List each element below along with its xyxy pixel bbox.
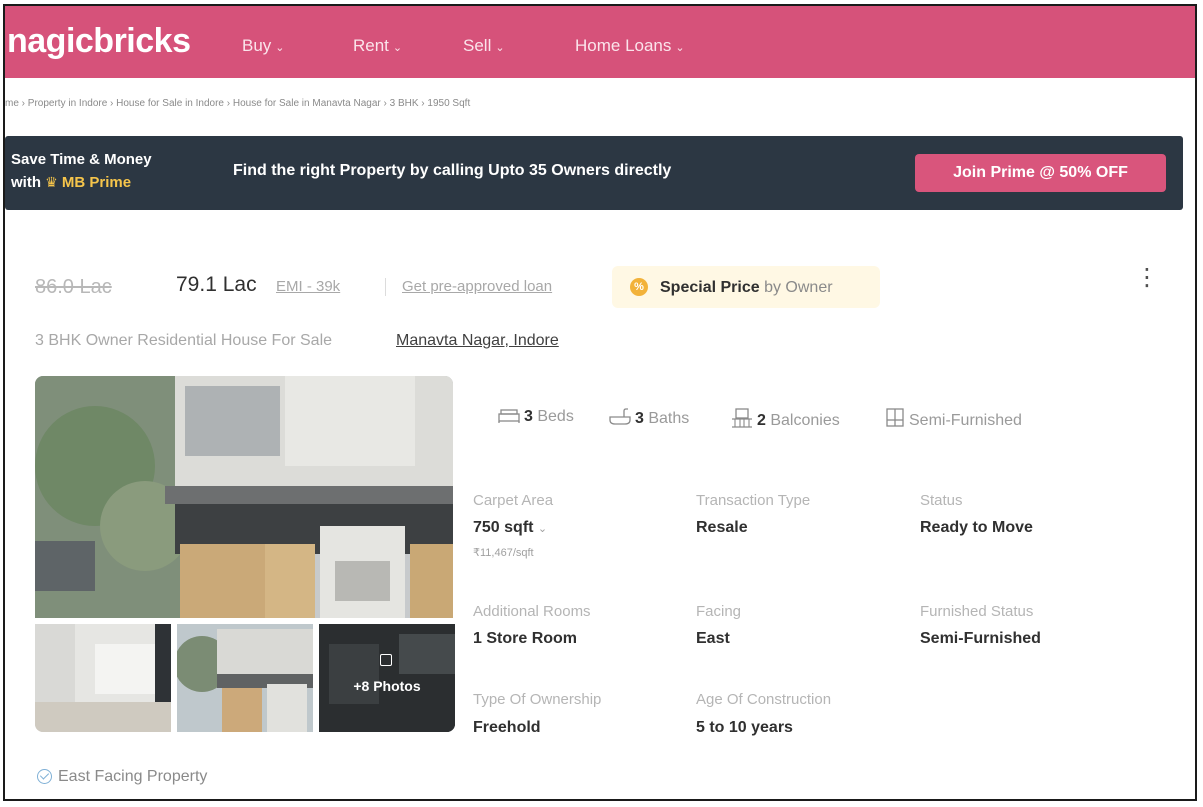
old-price: 86.0 Lac xyxy=(35,276,112,298)
crown-icon: ♛ xyxy=(45,174,58,190)
percent-icon: % xyxy=(630,278,648,296)
balconies-info: 2 Balconies xyxy=(731,408,840,430)
age-value: 5 to 10 years xyxy=(696,719,793,736)
baths-count: 3 xyxy=(635,410,644,427)
furnishing-label: Semi-Furnished xyxy=(909,412,1022,429)
gallery-icon xyxy=(380,654,392,666)
interior-photo xyxy=(35,624,171,732)
more-options-icon[interactable]: ⋮ xyxy=(1135,266,1159,290)
locality-link[interactable]: Manavta Nagar, Indore xyxy=(396,332,559,350)
status-value: Ready to Move xyxy=(920,519,1033,536)
top-header: nagicbricks Buy ⌄ Rent ⌄ Sell ⌄ Home Loans ⌄ xyxy=(5,6,1195,78)
prime-tagline: Find the right Property by calling Upto … xyxy=(233,162,672,179)
wardrobe-icon xyxy=(886,408,904,427)
ownership-value: Freehold xyxy=(473,719,541,736)
highlight-east-facing: East Facing Property xyxy=(37,768,207,786)
exterior-photo xyxy=(177,624,313,732)
balconies-count: 2 xyxy=(757,412,766,429)
prime-title-prefix: with xyxy=(11,174,41,191)
carpet-area-text: 750 sqft xyxy=(473,519,534,536)
balconies-label: Balconies xyxy=(770,412,840,429)
page-frame: nagicbricks Buy ⌄ Rent ⌄ Sell ⌄ Home Loans ⌄… xyxy=(3,4,1197,801)
breadcrumb[interactable]: me › Property in Indore › House for Sale… xyxy=(5,98,470,109)
transaction-type-label: Transaction Type xyxy=(696,492,811,509)
beds-count: 3 xyxy=(524,408,533,425)
facing-value: East xyxy=(696,630,730,647)
beds-info: 3 Beds xyxy=(498,408,574,426)
current-price: 79.1 Lac xyxy=(176,273,257,296)
status-label: Status xyxy=(920,492,963,509)
nav-buy[interactable]: Buy ⌄ xyxy=(242,36,285,56)
check-circle-icon xyxy=(37,769,52,784)
divider xyxy=(385,278,386,296)
special-price-badge: % Special Price by Owner xyxy=(612,266,880,308)
carpet-area-label: Carpet Area xyxy=(473,492,554,509)
nav-home-loans-label: Home Loans xyxy=(575,36,672,55)
nav-home-loans[interactable]: Home Loans ⌄ xyxy=(575,36,685,56)
chevron-down-icon: ⌄ xyxy=(675,42,685,54)
highlight-text: East Facing Property xyxy=(58,768,208,785)
age-label: Age Of Construction xyxy=(696,691,832,708)
additional-rooms-value: 1 Store Room xyxy=(473,630,578,647)
bed-icon xyxy=(498,409,520,423)
transaction-type-value: Resale xyxy=(696,519,748,536)
pre-approved-loan-link[interactable]: Get pre-approved loan xyxy=(402,278,552,295)
prime-banner: Save Time & Money with ♛ MB Prime Find t… xyxy=(5,136,1183,210)
chevron-down-icon: ⌄ xyxy=(495,42,505,54)
furnished-status-value: Semi-Furnished xyxy=(920,630,1041,647)
additional-rooms-label: Additional Rooms xyxy=(473,603,591,620)
chevron-down-icon[interactable]: ⌄ xyxy=(538,523,547,535)
nav-sell[interactable]: Sell ⌄ xyxy=(463,36,505,56)
more-photos-label: +8 Photos xyxy=(353,678,421,694)
special-price-suffix: by Owner xyxy=(764,279,833,296)
house-photo xyxy=(35,376,453,618)
chevron-down-icon: ⌄ xyxy=(392,42,403,54)
nav-buy-label: Buy xyxy=(242,36,272,55)
ownership-label: Type Of Ownership xyxy=(473,691,602,708)
listing-subtitle: 3 BHK Owner Residential House For Sale xyxy=(35,332,333,349)
baths-label: Baths xyxy=(648,410,690,427)
prime-title-line2: with ♛ MB Prime xyxy=(11,171,152,194)
price-per-sqft: ₹11,467/sqft xyxy=(473,547,534,559)
special-price-strong: Special Price xyxy=(660,279,760,296)
photo-thumbnail[interactable] xyxy=(35,624,171,732)
nav-rent[interactable]: Rent ⌄ xyxy=(353,36,402,56)
furnishing-info: Semi-Furnished xyxy=(885,408,1022,430)
baths-info: 3 Baths xyxy=(609,408,689,428)
prime-brand: MB Prime xyxy=(61,174,132,191)
facing-label: Facing xyxy=(696,603,742,620)
prime-title-line1: Save Time & Money xyxy=(11,151,152,168)
balcony-icon xyxy=(732,408,752,428)
more-photos-tile[interactable]: +8 Photos xyxy=(319,624,455,732)
nav-sell-label: Sell xyxy=(463,36,492,55)
special-price-text: Special Price by Owner xyxy=(660,279,833,297)
carpet-area-value: 750 sqft ⌄ xyxy=(473,519,547,537)
prime-title: Save Time & Money with ♛ MB Prime xyxy=(11,149,152,194)
chevron-down-icon: ⌄ xyxy=(275,42,285,54)
photo-thumbnail[interactable] xyxy=(177,624,313,732)
bath-icon xyxy=(609,408,631,425)
emi-link[interactable]: EMI - 39k xyxy=(276,278,340,295)
join-prime-button[interactable]: Join Prime @ 50% OFF xyxy=(915,154,1166,192)
main-nav: Buy ⌄ Rent ⌄ Sell ⌄ Home Loans ⌄ xyxy=(5,36,1195,60)
main-photo[interactable] xyxy=(35,376,453,618)
furnished-status-label: Furnished Status xyxy=(920,603,1034,620)
nav-rent-label: Rent xyxy=(353,36,389,55)
beds-label: Beds xyxy=(537,408,574,425)
